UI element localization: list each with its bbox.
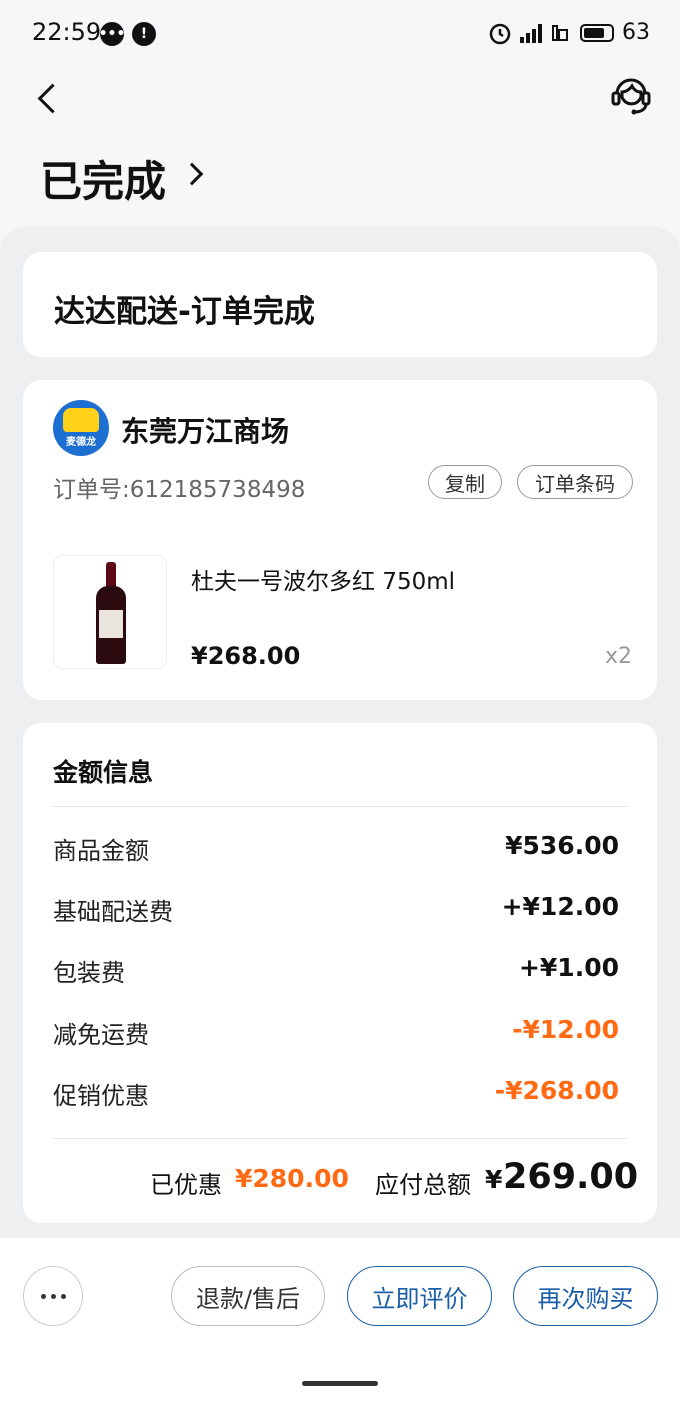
signal-icon bbox=[520, 23, 542, 43]
delivery-status-text: 达达配送-订单完成 bbox=[54, 294, 315, 330]
refund-button[interactable]: 退款/售后 bbox=[171, 1266, 325, 1326]
back-button[interactable] bbox=[28, 74, 68, 126]
customer-service-icon bbox=[611, 78, 651, 115]
row-label-goods: 商品金额 bbox=[53, 837, 149, 865]
order-number: 订单号:612185738498 bbox=[53, 477, 306, 503]
amount-card: 金额信息 商品金额 ¥536.00 基础配送费 +¥12.00 包装费 +¥1.… bbox=[23, 723, 657, 1223]
status-right-icons: 63 bbox=[488, 20, 650, 45]
order-barcode-button[interactable]: 订单条码 bbox=[517, 465, 633, 499]
row-value-delivery: +¥12.00 bbox=[501, 892, 619, 921]
product-quantity: x2 bbox=[604, 644, 632, 669]
row-label-delivery: 基础配送费 bbox=[53, 898, 173, 926]
page-title[interactable]: 已完成 bbox=[40, 148, 166, 209]
row-label-shipping-discount: 减免运费 bbox=[53, 1021, 149, 1049]
row-value-packing: +¥1.00 bbox=[518, 953, 619, 982]
saved-label: 已优惠 bbox=[150, 1171, 222, 1199]
amount-title: 金额信息 bbox=[53, 758, 154, 787]
home-indicator[interactable] bbox=[302, 1381, 378, 1386]
row-value-promotion: -¥268.00 bbox=[494, 1076, 619, 1105]
page-header: 已完成 bbox=[0, 68, 680, 238]
shop-name[interactable]: 东莞万江商场 bbox=[121, 410, 289, 450]
delivery-status-card[interactable]: 达达配送-订单完成 bbox=[23, 252, 657, 357]
battery-level: 63 bbox=[622, 20, 650, 45]
status-notification-icons: ••• ! bbox=[99, 22, 156, 46]
chat-bubble-icon: ••• bbox=[99, 22, 125, 46]
customer-service-button[interactable] bbox=[608, 72, 654, 118]
alarm-icon bbox=[489, 23, 511, 44]
row-value-shipping-discount: -¥12.00 bbox=[512, 1015, 619, 1044]
wine-bottle-icon bbox=[96, 562, 126, 664]
status-time: 22:59 bbox=[32, 18, 102, 46]
product-name[interactable]: 杜夫一号波尔多红 750ml bbox=[191, 562, 455, 596]
divider bbox=[53, 806, 627, 807]
row-value-goods: ¥536.00 bbox=[505, 831, 619, 860]
more-button[interactable] bbox=[23, 1266, 83, 1326]
product-price: ¥268.00 bbox=[191, 642, 301, 670]
more-dots-icon bbox=[40, 1293, 46, 1299]
row-label-promotion: 促销优惠 bbox=[53, 1082, 149, 1110]
shop-logo-text: 麦德龙 bbox=[66, 437, 96, 448]
copy-button[interactable]: 复制 bbox=[428, 465, 502, 499]
rebuy-button[interactable]: 再次购买 bbox=[513, 1266, 658, 1326]
total-currency: ¥ bbox=[485, 1165, 503, 1194]
chevron-right-icon[interactable] bbox=[180, 162, 204, 186]
status-bar: 22:59 ••• ! 63 bbox=[0, 0, 680, 68]
row-label-packing: 包装费 bbox=[53, 959, 125, 987]
order-card: 麦德龙 东莞万江商场 订单号:612185738498 复制 订单条码 杜夫一号… bbox=[23, 380, 657, 700]
alert-icon: ! bbox=[132, 22, 156, 46]
review-button[interactable]: 立即评价 bbox=[347, 1266, 492, 1326]
battery-icon bbox=[580, 23, 614, 42]
shop-logo[interactable]: 麦德龙 bbox=[53, 400, 109, 456]
bottom-action-bar: 退款/售后 立即评价 再次购买 bbox=[0, 1238, 680, 1413]
divider bbox=[53, 1138, 627, 1139]
total-label: 应付总额 bbox=[375, 1171, 471, 1199]
product-image[interactable] bbox=[53, 555, 167, 669]
total-value: 269.00 bbox=[503, 1157, 639, 1197]
saved-value: ¥280.00 bbox=[235, 1164, 349, 1193]
hd-icon bbox=[552, 24, 568, 41]
